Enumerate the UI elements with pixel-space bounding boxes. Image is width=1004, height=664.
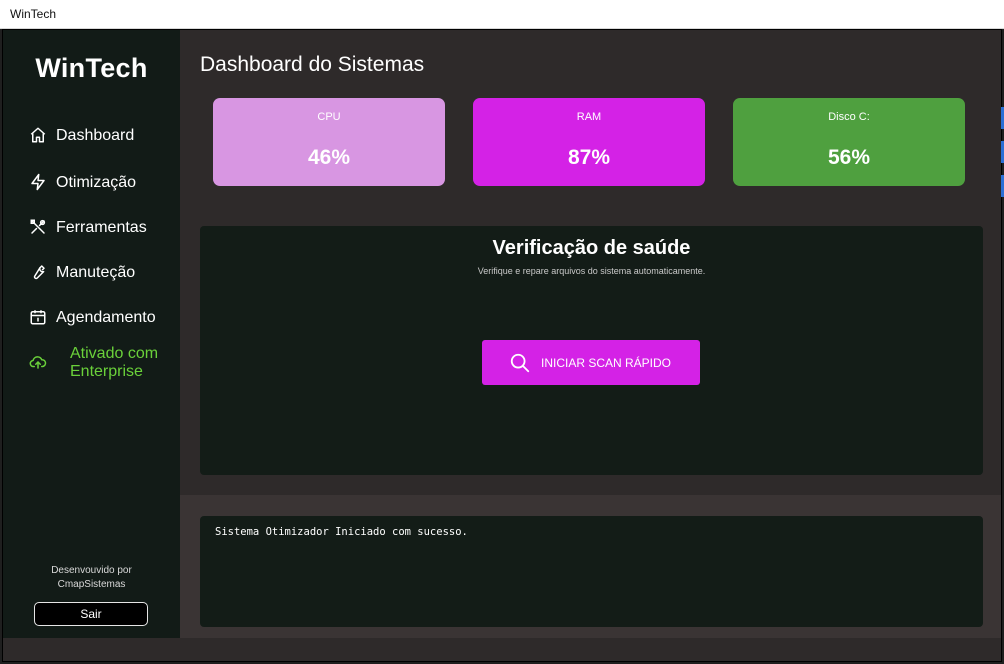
sidebar-item-manutencao[interactable]: Manuteção — [29, 260, 135, 286]
cpu-card: CPU 46% — [213, 98, 445, 186]
calendar-icon — [29, 308, 49, 328]
sidebar-item-ativado[interactable]: Ativado com Enterprise — [29, 345, 158, 385]
sidebar-item-label: Manuteção — [56, 264, 136, 281]
card-label: Disco C: — [828, 111, 870, 123]
exit-button[interactable]: Sair — [34, 602, 148, 626]
sidebar-item-dashboard[interactable]: Dashboard — [29, 123, 134, 149]
sidebar-item-agendamento[interactable]: Agendamento — [29, 305, 156, 331]
sidebar-item-label: Ativado com Enterprise — [70, 345, 158, 381]
card-value: 56% — [827, 146, 871, 169]
sidebar-item-label-line1: Ativado com — [70, 345, 159, 362]
card-value: 46% — [307, 146, 351, 169]
wrench-icon — [29, 263, 49, 283]
sidebar-item-label: Otimização — [56, 174, 137, 191]
card-value: 87% — [567, 146, 611, 169]
quick-scan-label: INICIAR SCAN RÁPIDO — [541, 355, 672, 370]
health-title: Verificação de saúde — [492, 237, 691, 259]
health-check-panel: Verificação de saúde Verifique e repare … — [200, 226, 983, 475]
card-label: CPU — [317, 111, 341, 123]
search-icon — [509, 352, 531, 374]
cloud-upload-icon — [29, 353, 49, 373]
sidebar-item-label: Ferramentas — [56, 219, 147, 236]
sidebar-item-otimizacao[interactable]: Otimização — [29, 170, 136, 196]
quick-scan-button[interactable]: INICIAR SCAN RÁPIDO — [482, 340, 700, 385]
log-output[interactable]: Sistema Otimizador Iniciado com sucesso. — [200, 516, 983, 627]
health-subtitle: Verifique e repare arquivos do sistema a… — [477, 266, 706, 276]
app-window: WinTech Dashboard Otimização Ferramentas… — [2, 29, 1002, 662]
ram-card: RAM 87% — [473, 98, 705, 186]
sidebar-item-label: Dashboard — [56, 127, 135, 144]
developer-credit-line2: CmapSistemas — [57, 579, 126, 590]
disk-card: Disco C: 56% — [733, 98, 965, 186]
sidebar-item-label-line2: Enterprise — [70, 363, 143, 380]
card-label: RAM — [576, 111, 602, 123]
brand-logo: WinTech — [35, 53, 148, 83]
page-title: Dashboard do Sistemas — [200, 53, 425, 76]
sidebar: WinTech Dashboard Otimização Ferramentas… — [3, 30, 180, 638]
lightning-icon — [29, 173, 49, 193]
log-line: Sistema Otimizador Iniciado com sucesso. — [215, 526, 468, 538]
developer-credit: Desenvouvido por CmapSistemas — [3, 564, 180, 592]
developer-credit-line1: Desenvouvido por — [51, 565, 132, 576]
window-titlebar[interactable]: WinTech — [0, 0, 1004, 29]
bottom-strip — [3, 638, 1001, 661]
window-title: WinTech — [10, 7, 57, 21]
sidebar-item-ferramentas[interactable]: Ferramentas — [29, 215, 147, 241]
home-icon — [29, 126, 49, 146]
sidebar-item-label: Agendamento — [56, 309, 156, 326]
tools-icon — [29, 218, 49, 238]
